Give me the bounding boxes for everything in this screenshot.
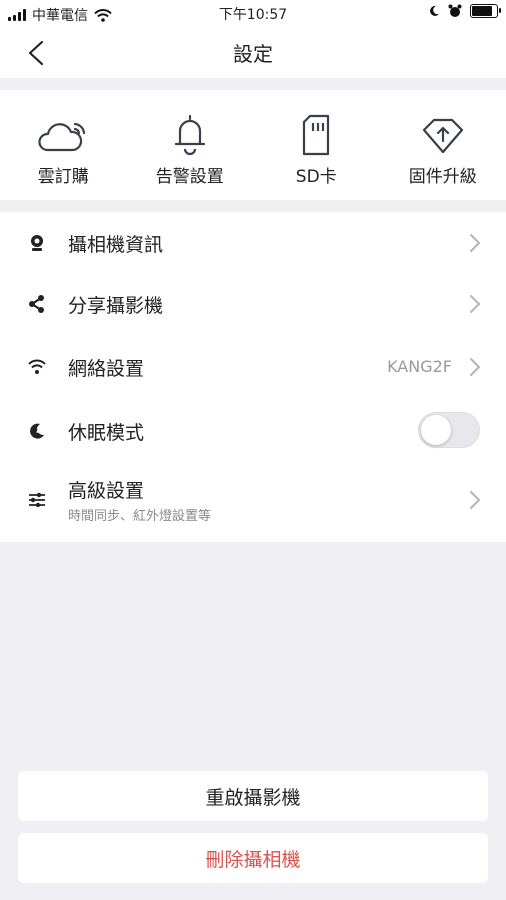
firmware-upgrade-icon	[422, 118, 463, 154]
bell-icon	[174, 114, 205, 156]
advanced-settings-label: 高級設置	[68, 480, 145, 502]
status-right	[428, 4, 501, 18]
restart-camera-button[interactable]: 重啟攝影機	[18, 771, 488, 821]
camera-info-row[interactable]: 攝相機資訊	[0, 212, 506, 274]
chevron-right-icon	[470, 491, 480, 509]
alarm-settings-button[interactable]: 告警設置	[127, 90, 254, 200]
sd-card-icon	[303, 114, 330, 156]
alarm-settings-label: 告警設置	[155, 167, 224, 187]
camera-icon	[31, 235, 43, 251]
chevron-right-icon	[470, 358, 480, 376]
chevron-right-icon	[470, 295, 480, 313]
advanced-settings-subtitle: 時間同步、紅外燈設置等	[68, 509, 212, 524]
sliders-icon	[29, 492, 45, 508]
page-title: 設定	[233, 42, 273, 66]
sd-card-label: SD卡	[295, 167, 337, 187]
delete-camera-button[interactable]: 刪除攝相機	[18, 833, 488, 883]
sleep-mode-toggle[interactable]	[418, 412, 480, 448]
cloud-subscription-button[interactable]: 雲訂購	[0, 90, 127, 200]
do-not-disturb-icon	[430, 5, 439, 16]
cloud-subscription-label: 雲訂購	[37, 167, 89, 187]
network-ssid-value: KANG2F	[387, 357, 452, 376]
advanced-settings-row[interactable]: 高級設置 時間同步、紅外燈設置等	[0, 460, 506, 542]
toggle-knob	[421, 415, 451, 445]
network-settings-label: 網絡設置	[68, 358, 145, 380]
cloud-icon	[38, 122, 86, 152]
firmware-upgrade-label: 固件升級	[408, 167, 477, 187]
sleep-mode-row: 休眠模式	[0, 398, 506, 460]
chevron-right-icon	[470, 234, 480, 252]
settings-list: 攝相機資訊 分享攝影機 網絡設置 KANG2F 休眠模式 高級設置 時間同步、紅…	[0, 212, 506, 542]
wifi-icon	[28, 359, 46, 374]
sleep-mode-label: 休眠模式	[68, 422, 145, 444]
firmware-upgrade-button[interactable]: 固件升級	[380, 90, 506, 200]
quick-actions: 雲訂購 告警設置 SD卡 固件升級	[0, 90, 506, 200]
alarm-icon	[448, 4, 462, 17]
battery-icon	[470, 4, 501, 18]
sleep-moon-icon	[30, 423, 44, 439]
share-icon	[29, 295, 44, 313]
nav-bar: 設定	[0, 26, 506, 78]
sd-card-button[interactable]: SD卡	[253, 90, 380, 200]
status-bar: 中華電信 下午10:57	[0, 0, 506, 26]
share-camera-row[interactable]: 分享攝影機	[0, 274, 506, 336]
share-camera-label: 分享攝影機	[68, 295, 164, 317]
network-settings-row[interactable]: 網絡設置 KANG2F	[0, 336, 506, 398]
camera-info-label: 攝相機資訊	[68, 234, 164, 256]
